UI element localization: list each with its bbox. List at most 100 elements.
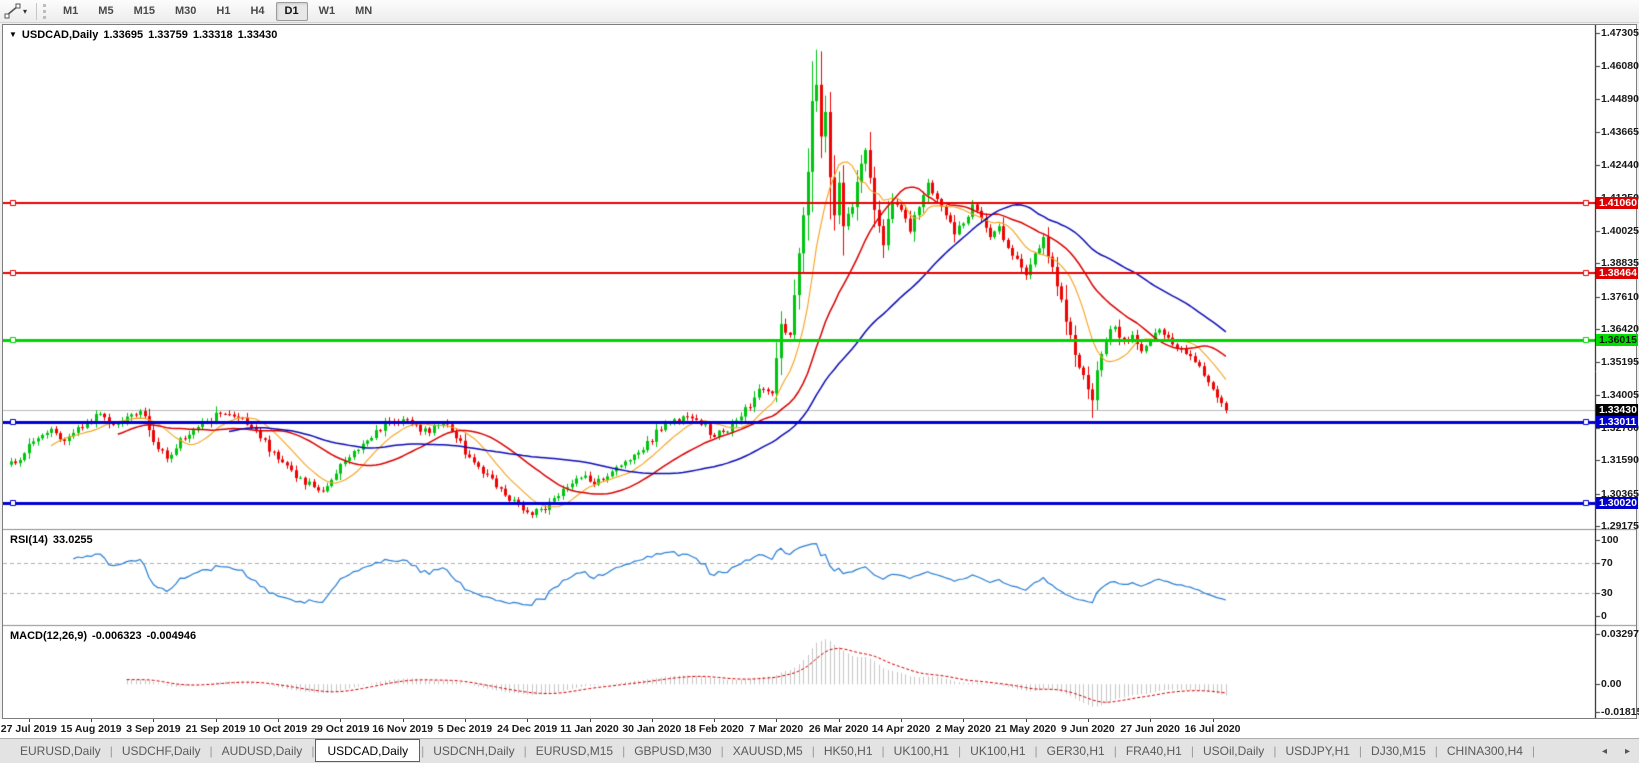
date-tick-mark xyxy=(153,719,154,722)
timeframe-button-group: M1M5M15M30H1H4D1W1MN xyxy=(53,2,382,21)
chart-tab-ger30-h1[interactable]: GER30,H1 xyxy=(1039,741,1113,761)
trading-platform-window: { "toolbar": { "tool_icon": "trendline-t… xyxy=(0,0,1639,763)
rsi-axis-label: 100 xyxy=(1601,534,1619,546)
toolbar-grip-handle[interactable] xyxy=(43,4,47,19)
tab-separator: | xyxy=(1531,744,1536,758)
date-tick-mark xyxy=(1026,719,1027,722)
date-tick-label: 27 Jun 2020 xyxy=(1120,723,1180,735)
date-tick-label: 16 Nov 2019 xyxy=(372,723,433,735)
date-tick-label: 18 Feb 2020 xyxy=(684,723,744,735)
timeframe-button-h4[interactable]: H4 xyxy=(241,2,273,21)
rsi-indicator-label[interactable]: RSI(14)33.0255 xyxy=(10,534,93,546)
trendline-tool-icon xyxy=(4,3,22,19)
date-tick-mark xyxy=(901,719,902,722)
date-tick-label: 5 Dec 2019 xyxy=(438,723,492,735)
date-tick-label: 27 Jul 2019 xyxy=(1,723,57,735)
date-tick-label: 3 Sep 2019 xyxy=(126,723,180,735)
date-tick-label: 2 May 2020 xyxy=(936,723,991,735)
macd-current-value: -0.006323 xyxy=(92,630,142,642)
price-tick-label: 1.34005 xyxy=(1601,389,1638,401)
top-toolbar: ▾ M1M5M15M30H1H4D1W1MN xyxy=(0,0,1639,23)
timeframe-button-m5[interactable]: M5 xyxy=(89,2,122,21)
price-tick-label: 1.46080 xyxy=(1601,60,1638,72)
rsi-axis-label: 30 xyxy=(1601,587,1613,599)
price-tick-label: 1.40025 xyxy=(1601,225,1638,237)
date-tick-label: 14 Apr 2020 xyxy=(872,723,931,735)
price-line-badge: 1.41060 xyxy=(1596,197,1638,209)
tab-scroll-left-button[interactable]: ◂ xyxy=(1593,746,1616,757)
chart-tab-usdjpy-h1[interactable]: USDJPY,H1 xyxy=(1277,741,1357,761)
date-tick-mark xyxy=(340,719,341,722)
price-tick-label: 1.29175 xyxy=(1601,520,1638,532)
ohlc-low: 1.33318 xyxy=(193,29,233,41)
timeframe-button-h1[interactable]: H1 xyxy=(207,2,239,21)
chart-tab-audusd-daily[interactable]: AUDUSD,Daily xyxy=(214,741,311,761)
chart-tab-eurusd-daily[interactable]: EURUSD,Daily xyxy=(12,741,109,761)
chart-title[interactable]: ▼USDCAD,Daily1.336951.337591.333181.3343… xyxy=(9,29,277,41)
macd-signal-value: -0.004946 xyxy=(147,630,197,642)
price-line-badge: 1.38464 xyxy=(1596,267,1638,279)
timeframe-button-mn[interactable]: MN xyxy=(346,2,381,21)
date-tick-mark xyxy=(652,719,653,722)
symbol-period-label: USDCAD,Daily xyxy=(22,29,98,41)
chart-tab-uk100-h1[interactable]: UK100,H1 xyxy=(962,741,1033,761)
date-tick-label: 21 May 2020 xyxy=(995,723,1056,735)
chart-tab-xauusd-m5[interactable]: XAUUSD,M5 xyxy=(725,741,811,761)
date-tick-label: 15 Aug 2019 xyxy=(61,723,122,735)
chart-tab-uk100-h1[interactable]: UK100,H1 xyxy=(886,741,957,761)
chart-tab-eurusd-m15[interactable]: EURUSD,M15 xyxy=(528,741,621,761)
date-tick-mark xyxy=(1150,719,1151,722)
price-line-badge: 1.33011 xyxy=(1596,416,1638,428)
chart-tab-dj30-m15[interactable]: DJ30,M15 xyxy=(1363,741,1434,761)
chart-tab-gbpusd-m30[interactable]: GBPUSD,M30 xyxy=(626,741,719,761)
chevron-down-icon[interactable]: ▾ xyxy=(23,7,27,16)
triangle-down-icon[interactable]: ▼ xyxy=(9,30,17,39)
rsi-axis-label: 70 xyxy=(1601,557,1613,569)
chart-tab-china300-h4[interactable]: CHINA300,H4 xyxy=(1439,741,1531,761)
price-tick-label: 1.42440 xyxy=(1601,159,1638,171)
date-tick-mark xyxy=(776,719,777,722)
chart-canvas[interactable] xyxy=(3,25,1636,718)
timeframe-button-w1[interactable]: W1 xyxy=(310,2,345,21)
tab-scroll-right-button[interactable]: ▸ xyxy=(1616,746,1639,757)
chart-tab-hk50-h1[interactable]: HK50,H1 xyxy=(816,741,881,761)
date-tick-mark xyxy=(527,719,528,722)
timeframe-button-m30[interactable]: M30 xyxy=(166,2,205,21)
price-line-badge: 1.30020 xyxy=(1596,497,1638,509)
price-tick-label: 1.43665 xyxy=(1601,126,1638,138)
date-tick-label: 7 Mar 2020 xyxy=(750,723,804,735)
date-tick-label: 11 Jan 2020 xyxy=(560,723,618,735)
date-axis: 27 Jul 2019 15 Aug 2019 3 Sep 2019 21 Sep 2… xyxy=(0,719,1639,738)
date-tick-label: 16 Jul 2020 xyxy=(1184,723,1240,735)
macd-axis-label: 0.00 xyxy=(1601,678,1621,690)
drawing-tool-button[interactable]: ▾ xyxy=(0,0,34,22)
date-tick-mark xyxy=(403,719,404,722)
ohlc-close: 1.33430 xyxy=(238,29,278,41)
date-tick-mark xyxy=(29,719,30,722)
macd-axis-label: -0.018154 xyxy=(1601,706,1639,718)
date-tick-mark xyxy=(216,719,217,722)
date-tick-label: 9 Jun 2020 xyxy=(1061,723,1115,735)
chart-tab-bar: EURUSD,Daily|USDCHF,Daily|AUDUSD,Daily|U… xyxy=(0,738,1639,763)
timeframe-button-m15[interactable]: M15 xyxy=(125,2,164,21)
chart-tab-fra40-h1[interactable]: FRA40,H1 xyxy=(1118,741,1190,761)
chart-tab-usdcnh-daily[interactable]: USDCNH,Daily xyxy=(425,741,522,761)
date-tick-label: 24 Dec 2019 xyxy=(497,723,557,735)
chart-tab-usdchf-daily[interactable]: USDCHF,Daily xyxy=(114,741,209,761)
price-tick-label: 1.37610 xyxy=(1601,291,1638,303)
date-tick-label: 29 Oct 2019 xyxy=(311,723,369,735)
date-tick-mark xyxy=(839,719,840,722)
chart-tab-usoil-daily[interactable]: USOil,Daily xyxy=(1195,741,1272,761)
timeframe-button-d1[interactable]: D1 xyxy=(276,2,308,21)
date-tick-mark xyxy=(714,719,715,722)
price-tick-label: 1.35195 xyxy=(1601,356,1638,368)
date-tick-mark xyxy=(465,719,466,722)
date-tick-mark xyxy=(91,719,92,722)
timeframe-button-m1[interactable]: M1 xyxy=(54,2,87,21)
date-tick-mark xyxy=(278,719,279,722)
macd-indicator-label[interactable]: MACD(12,26,9)-0.006323-0.004946 xyxy=(10,630,196,642)
date-tick-label: 30 Jan 2020 xyxy=(622,723,681,735)
macd-axis-label: 0.032972 xyxy=(1601,628,1639,640)
date-tick-label: 21 Sep 2019 xyxy=(186,723,246,735)
chart-tab-usdcad-daily[interactable]: USDCAD,Daily xyxy=(315,739,420,762)
